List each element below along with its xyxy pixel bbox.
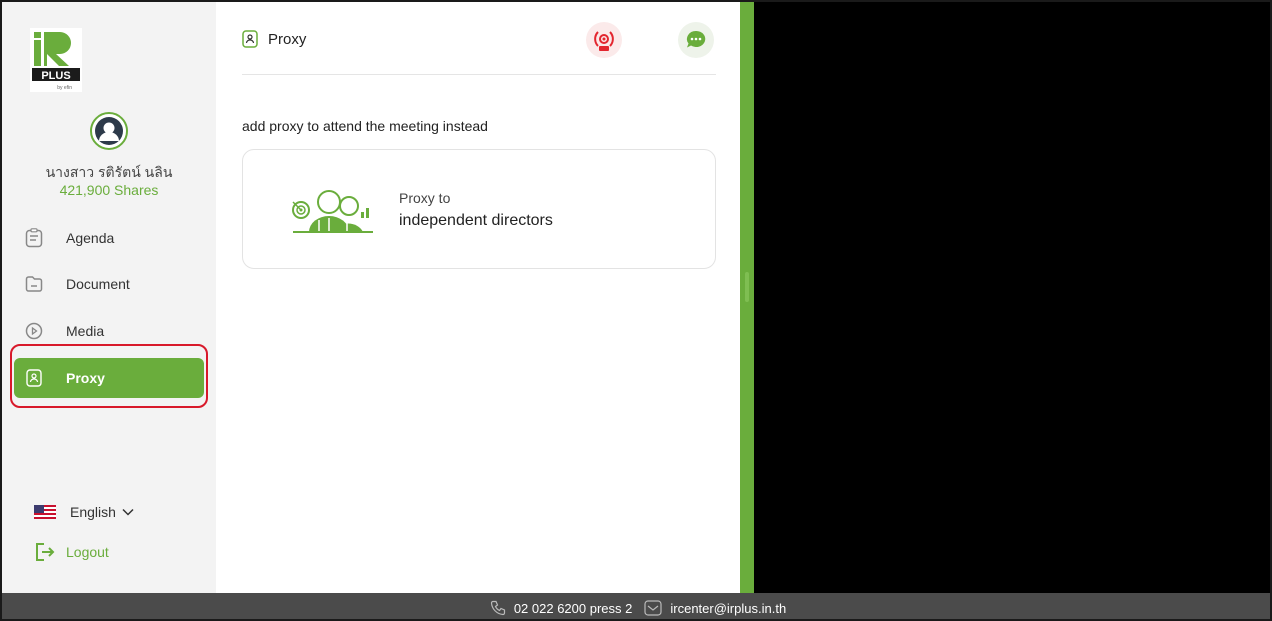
- mail-icon: [644, 600, 662, 616]
- svg-text:PLUS: PLUS: [41, 70, 70, 82]
- chat-button[interactable]: [678, 22, 714, 58]
- user-name: นางสาว รติรัตน์ นลิน: [45, 164, 173, 180]
- logout-label: Logout: [66, 544, 109, 560]
- sidebar-item-label: Media: [66, 323, 105, 339]
- main-panel: Proxy add proxy to attend the meeting in…: [216, 2, 740, 593]
- us-flag-icon: [34, 505, 56, 519]
- folder-icon: [24, 274, 44, 294]
- page-title-text: Proxy: [268, 30, 307, 48]
- user-shares: 421,900 Shares: [59, 182, 159, 198]
- phone-icon: [490, 600, 505, 616]
- proxy-icon: [242, 30, 258, 48]
- highlight-outline: [10, 344, 208, 408]
- video-area: [754, 2, 1270, 593]
- footer-phone[interactable]: 02 022 6200 press 2: [490, 600, 633, 616]
- language-selector[interactable]: English: [34, 504, 134, 520]
- agenda-icon: [24, 228, 44, 248]
- app-frame: PLUS by efin นางสาว รติรัตน์ นลิน 421,90…: [0, 0, 1272, 621]
- footer-email[interactable]: ircenter@irplus.in.th: [644, 600, 786, 616]
- page-title: Proxy: [242, 30, 306, 48]
- avatar[interactable]: [90, 112, 128, 150]
- live-icon: [594, 31, 614, 51]
- footer-phone-text: 02 022 6200 press 2: [513, 600, 633, 616]
- language-label: English: [70, 504, 116, 520]
- header-divider: [242, 74, 716, 75]
- live-button[interactable]: [586, 22, 622, 58]
- sidebar-item-label: Agenda: [66, 230, 115, 246]
- user-icon: [95, 117, 123, 145]
- footer: 02 022 6200 press 2 ircenter@irplus.in.t…: [2, 593, 1270, 619]
- chevron-down-icon: [122, 508, 134, 516]
- proxy-independent-directors-card[interactable]: Proxy to independent directors: [242, 149, 716, 269]
- svg-text:by efin: by efin: [57, 85, 72, 91]
- logout-icon: [36, 543, 55, 561]
- card-line1: Proxy to: [399, 190, 451, 206]
- proxy-instruction: add proxy to attend the meeting instead: [242, 118, 488, 134]
- footer-email-text: ircenter@irplus.in.th: [670, 600, 787, 616]
- card-line2: independent directors: [399, 212, 553, 229]
- resize-handle[interactable]: [745, 272, 749, 302]
- directors-group-icon: [292, 190, 373, 233]
- sidebar-item-label: Document: [66, 276, 130, 292]
- play-icon: [24, 321, 44, 341]
- logout-button[interactable]: Logout: [34, 542, 109, 562]
- sidebar: PLUS by efin นางสาว รติรัตน์ นลิน 421,90…: [2, 2, 216, 593]
- sidebar-item-document[interactable]: Document: [14, 264, 204, 304]
- irplus-logo: PLUS by efin: [30, 28, 82, 92]
- sidebar-item-agenda[interactable]: Agenda: [14, 218, 204, 258]
- chat-icon: [686, 30, 706, 48]
